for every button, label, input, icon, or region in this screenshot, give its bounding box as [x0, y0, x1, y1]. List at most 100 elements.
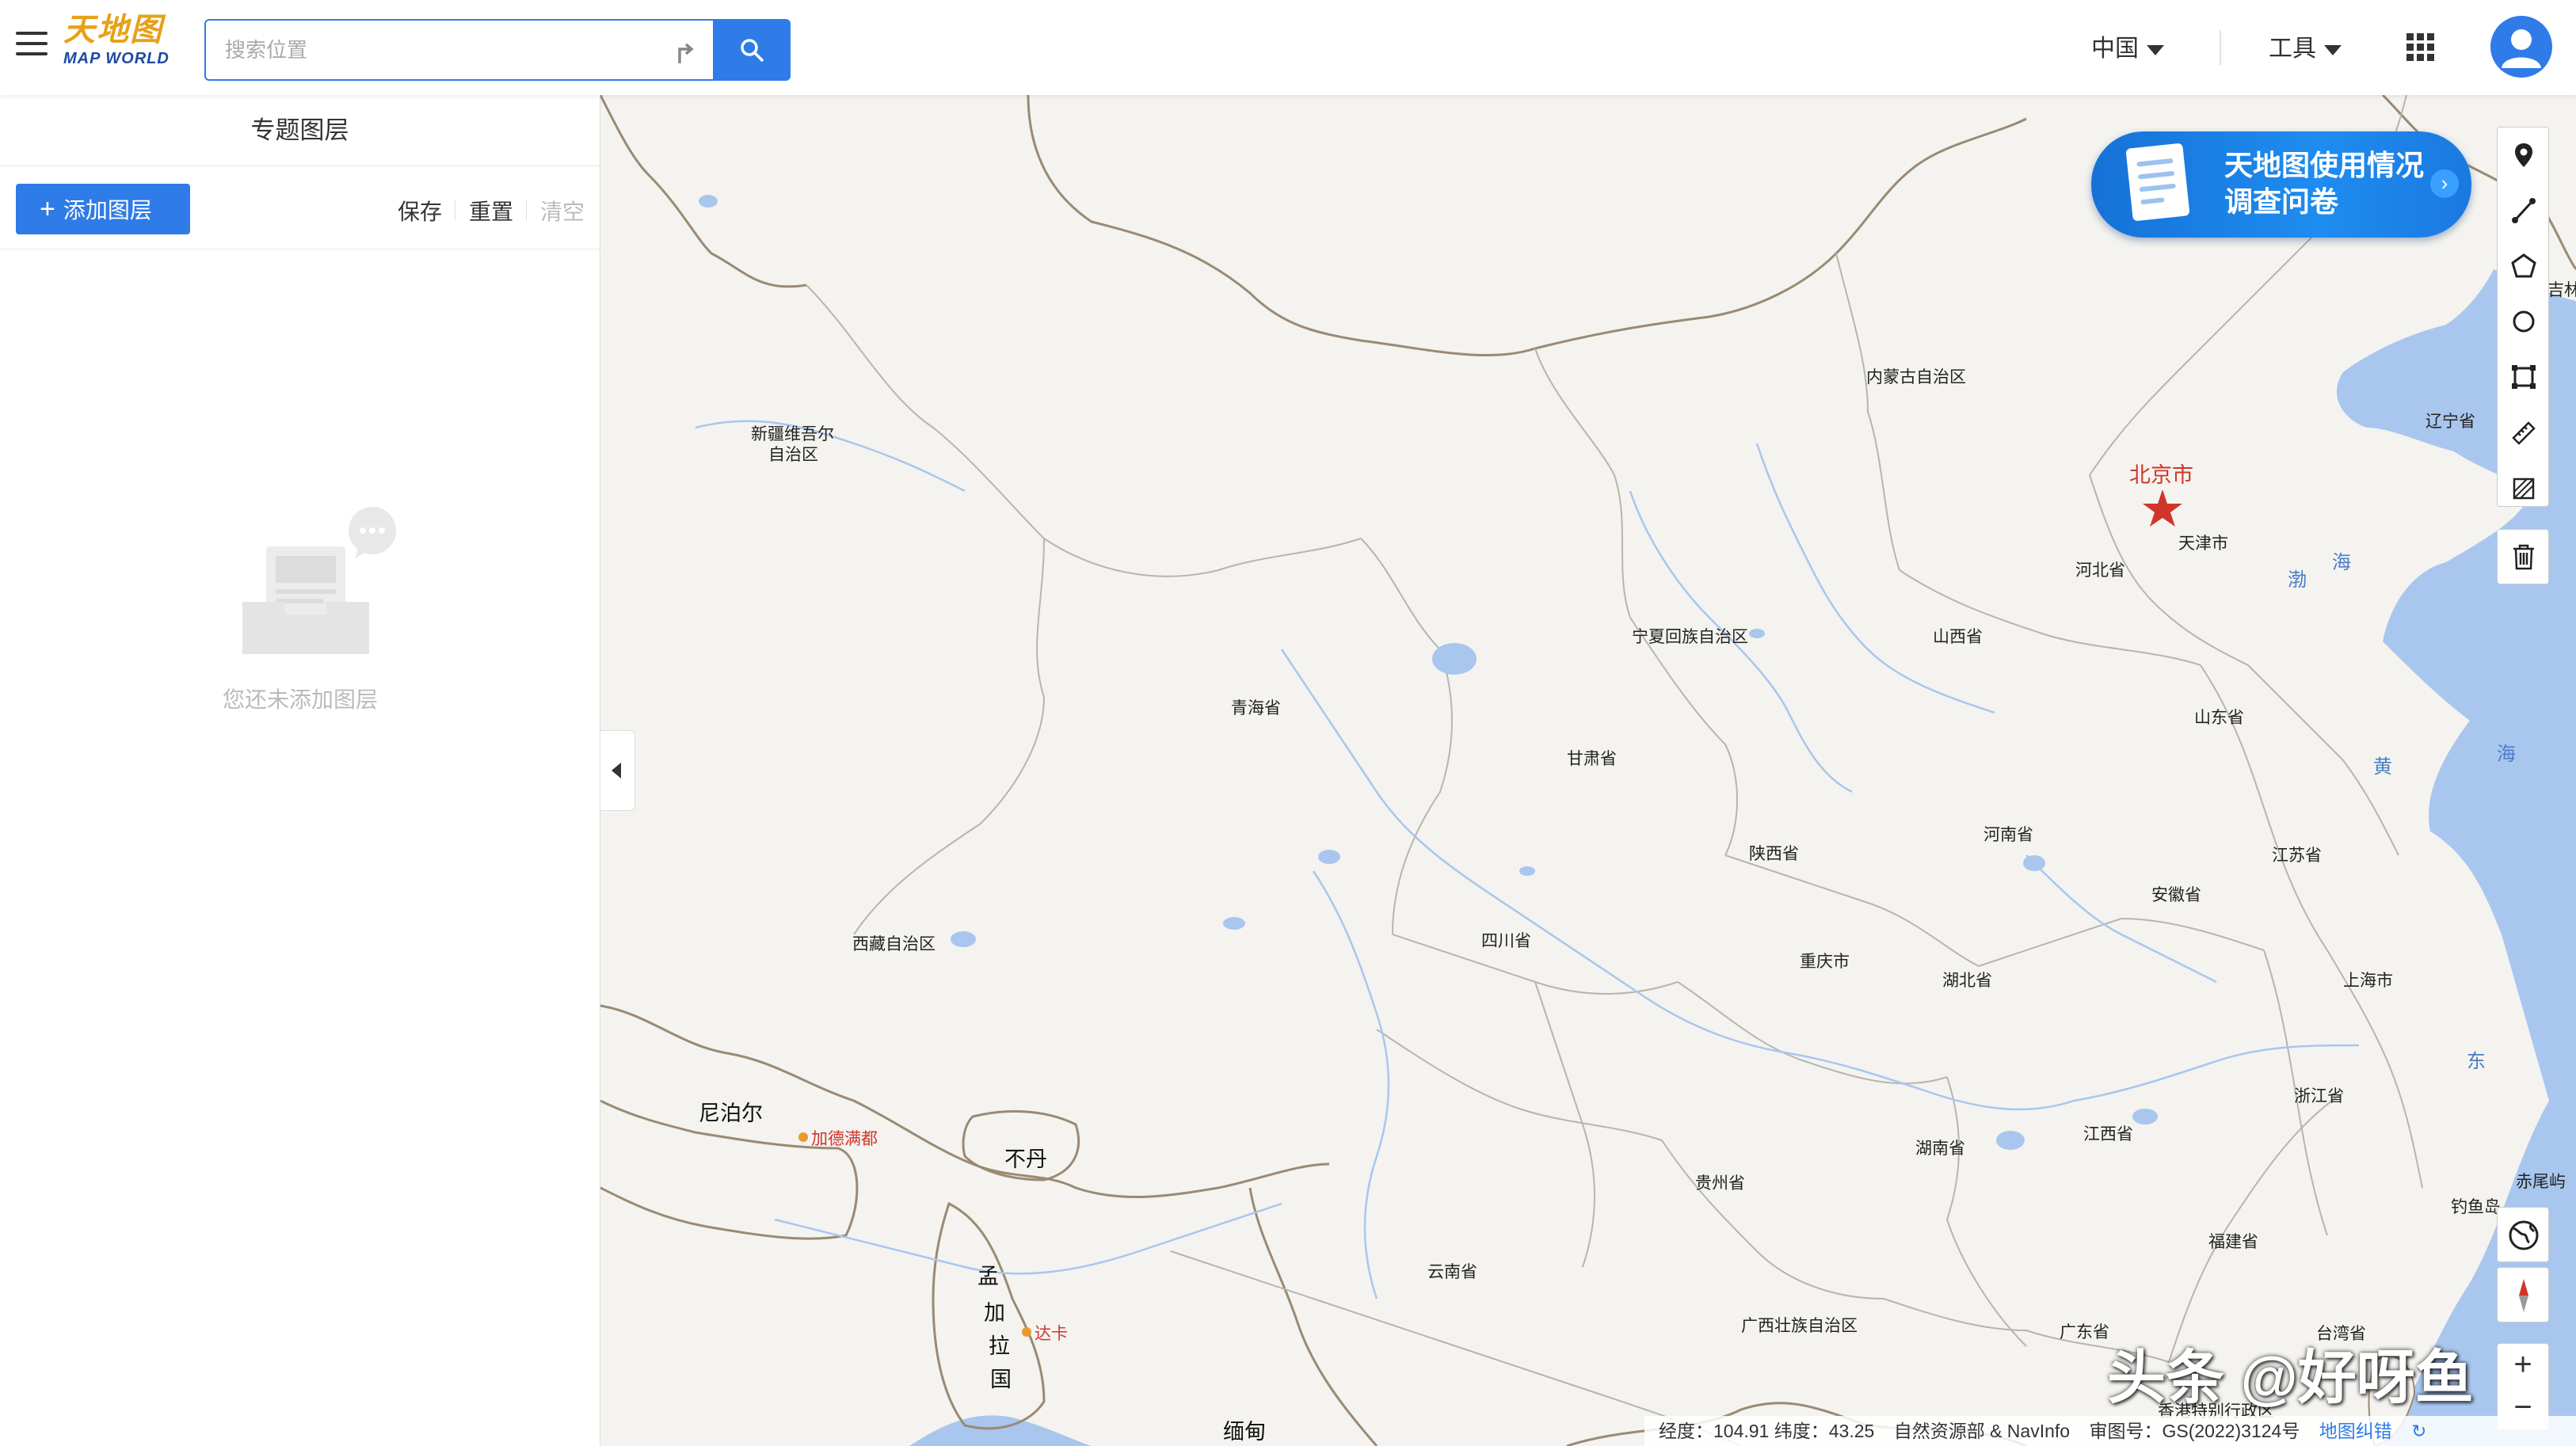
pentagon-icon: [2511, 253, 2536, 278]
compass-button[interactable]: [2497, 1267, 2549, 1322]
label-hebei: 河北省: [2075, 561, 2125, 580]
add-layer-label: 添加图层: [63, 198, 152, 223]
map-base: [600, 95, 2576, 1446]
label-jiangxi: 江西省: [2083, 1125, 2133, 1143]
survey-banner[interactable]: 天地图使用情况 调查问卷 ›: [2091, 131, 2471, 238]
label-qinghai: 青海省: [1231, 699, 1281, 717]
measure-tool[interactable]: [2498, 405, 2550, 460]
search-box: [204, 19, 714, 81]
zoom-in-button[interactable]: +: [2498, 1344, 2548, 1387]
chevron-down-icon: [2147, 44, 2164, 55]
area-measure-tool[interactable]: [2498, 460, 2550, 516]
label-inner-mongolia: 内蒙古自治区: [1866, 368, 1966, 386]
label-dhaka: 达卡: [1035, 1325, 1068, 1343]
label-bangladesh-2: 加: [984, 1301, 1005, 1325]
label-sea-hai: 海: [2332, 552, 2351, 573]
label-bangladesh-1: 孟: [977, 1265, 999, 1288]
data-source: 自然资源部 & NavInfo: [1893, 1421, 2071, 1441]
status-bar: 经度：104.91 纬度：43.25 自然资源部 & NavInfo 审图号：G…: [1644, 1416, 2576, 1446]
chevron-down-icon: [2324, 44, 2342, 55]
label-zhejiang: 浙江省: [2294, 1087, 2344, 1105]
label-sea-bohai: 渤: [2288, 569, 2307, 591]
label-henan: 河南省: [1983, 826, 2033, 844]
globe-view-button[interactable]: [2497, 1207, 2549, 1262]
label-chongqing: 重庆市: [1800, 953, 1850, 971]
map-canvas[interactable]: 内蒙古自治区 新疆维吾尔 自治区 辽宁省 吉林 北京市 天津市 河北省 宁夏回族…: [600, 95, 2576, 1446]
label-fujian: 福建省: [2208, 1233, 2258, 1251]
label-chiwei: 赤尾屿: [2516, 1173, 2566, 1191]
label-xinjiang-2: 自治区: [768, 446, 818, 464]
city-dot: [798, 1132, 808, 1142]
label-jiangsu: 江苏省: [2272, 847, 2322, 865]
label-guangxi: 广西壮族自治区: [1741, 1317, 1858, 1335]
clear-button[interactable]: 清空: [540, 195, 585, 226]
globe-icon: [2509, 1220, 2539, 1250]
area-icon: [2513, 478, 2535, 500]
divider: [2220, 30, 2221, 65]
label-tianjin: 天津市: [2178, 535, 2228, 553]
label-diaoyu: 钓鱼岛: [2451, 1198, 2501, 1216]
marker-tool[interactable]: [2498, 127, 2550, 183]
region-select[interactable]: 中国: [2091, 29, 2164, 63]
label-bangladesh-4: 国: [990, 1368, 1012, 1391]
label-shaanxi: 陕西省: [1749, 845, 1799, 863]
rectangle-icon: [2512, 365, 2536, 389]
layer-sidebar: 专题图层 + 添加图层 保存 重置 清空 您还未添加图层: [0, 95, 600, 1446]
empty-inbox-icon: [242, 507, 396, 654]
label-beijing: 北京市: [2129, 463, 2193, 487]
reset-button[interactable]: 重置: [469, 195, 513, 226]
survey-subtitle: 调查问卷: [2224, 185, 2339, 218]
label-sea-dong: 东: [2467, 1051, 2486, 1072]
label-anhui: 安徽省: [2151, 886, 2201, 904]
sidebar-title: 专题图层: [0, 95, 600, 166]
survey-title: 天地图使用情况: [2224, 149, 2425, 181]
logo-en: MAP WORLD: [63, 50, 170, 67]
clear-drawing-button[interactable]: [2497, 529, 2549, 584]
label-shanghai: 上海市: [2343, 972, 2393, 990]
refresh-icon[interactable]: ↻: [2411, 1421, 2426, 1441]
circle-tool[interactable]: [2498, 294, 2550, 349]
label-guangdong: 广东省: [2060, 1323, 2109, 1341]
save-button[interactable]: 保存: [398, 195, 442, 226]
apps-grid-icon[interactable]: [2406, 33, 2435, 62]
search-input[interactable]: [206, 21, 634, 79]
pin-icon: [2515, 143, 2532, 167]
add-layer-button[interactable]: + 添加图层: [16, 184, 190, 234]
map-correction-link[interactable]: 地图纠错: [2319, 1421, 2392, 1441]
circle-icon: [2513, 310, 2535, 333]
watermark: 头条 @好呀鱼: [2107, 1345, 2474, 1410]
label-kathmandu: 加德满都: [811, 1130, 878, 1148]
user-avatar-icon[interactable]: [2490, 16, 2552, 78]
label-jilin: 吉林: [2547, 281, 2576, 299]
polygon-tool[interactable]: [2498, 238, 2550, 294]
label-myanmar: 缅甸: [1223, 1420, 1266, 1444]
divider: [526, 200, 527, 220]
tools-select[interactable]: 工具: [2269, 29, 2342, 63]
label-nepal: 尼泊尔: [699, 1102, 763, 1125]
label-hubei: 湖北省: [1942, 972, 1992, 990]
plus-icon: +: [40, 194, 55, 224]
search-button[interactable]: [714, 19, 791, 81]
label-gansu: 甘肃省: [1567, 750, 1617, 768]
document-icon: [2125, 143, 2190, 222]
rectangle-tool[interactable]: [2498, 349, 2550, 405]
label-guizhou: 贵州省: [1695, 1174, 1745, 1193]
label-shanxi: 山西省: [1933, 628, 1983, 646]
chevron-right-icon: ›: [2430, 169, 2459, 198]
polyline-tool[interactable]: [2498, 183, 2550, 238]
label-ningxia: 宁夏回族自治区: [1632, 628, 1748, 646]
empty-message: 您还未添加图层: [222, 687, 378, 712]
logo-cn: 天地图: [63, 11, 163, 48]
label-bhutan: 不丹: [1004, 1147, 1047, 1171]
trash-icon: [2513, 544, 2534, 570]
logo[interactable]: 天地图 MAP WORLD: [63, 11, 182, 79]
ruler-icon: [2512, 421, 2536, 445]
label-bangladesh-3: 拉: [989, 1334, 1010, 1358]
search-icon: [741, 39, 764, 62]
drawing-toolbar: [2497, 127, 2549, 507]
route-icon[interactable]: [670, 36, 699, 65]
line-icon: [2512, 198, 2536, 223]
menu-icon[interactable]: [16, 32, 48, 57]
label-sichuan: 四川省: [1481, 932, 1531, 950]
collapse-sidebar-button[interactable]: [600, 730, 635, 811]
